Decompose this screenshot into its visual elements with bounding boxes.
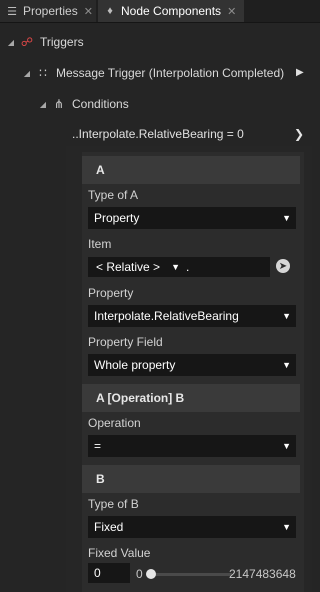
type-of-a-value: Property — [94, 211, 140, 225]
close-icon[interactable]: ✕ — [227, 5, 236, 18]
slider-max-label: 2147483648 — [229, 567, 296, 581]
type-of-b-label: Type of B — [88, 497, 139, 511]
chevron-down-icon[interactable]: ❯ — [294, 127, 304, 141]
tree-item-message-trigger-label: Message Trigger (Interpolation Completed… — [56, 66, 285, 80]
message-trigger-icon: ∷ — [39, 66, 47, 80]
operation-value: = — [94, 439, 102, 453]
type-of-b-select[interactable]: Fixed ▼ — [88, 516, 296, 538]
fixed-value-number: 0 — [94, 566, 101, 580]
dropdown-caret-icon: ▼ — [282, 522, 291, 532]
item-path-value: . — [186, 260, 190, 274]
section-a-title: A — [96, 163, 105, 177]
scroll-right-icon[interactable]: ▶ — [296, 67, 304, 78]
components-icon: ♦ — [107, 5, 113, 17]
item-row: < Relative > ▼ . ➤ — [88, 257, 298, 279]
property-label: Property — [88, 286, 134, 300]
type-of-b-value: Fixed — [94, 520, 124, 534]
fixed-value-input[interactable]: 0 — [88, 563, 130, 583]
item-select[interactable]: < Relative > ▼ — [88, 257, 184, 277]
pick-item-icon[interactable]: ➤ — [276, 259, 290, 273]
tree-item-conditions-label: Conditions — [72, 97, 129, 111]
tree-item-triggers[interactable]: ◢ ☍ Triggers — [6, 33, 84, 51]
slider-thumb[interactable] — [146, 569, 156, 579]
expand-arrow-icon[interactable]: ◢ — [38, 100, 48, 109]
item-label: Item — [88, 237, 112, 251]
property-field-label: Property Field — [88, 335, 163, 349]
tree-item-conditions[interactable]: ◢ ⋔ Conditions — [38, 95, 129, 113]
tab-node-components[interactable]: ♦ Node Components ✕ — [98, 0, 244, 22]
tree-item-message-trigger[interactable]: ◢ ∷ Message Trigger (Interpolation Compl… — [22, 64, 284, 82]
section-operation-title: A [Operation] B — [96, 391, 185, 405]
property-select[interactable]: Interpolate.RelativeBearing ▼ — [88, 305, 296, 327]
property-value: Interpolate.RelativeBearing — [94, 309, 239, 323]
dropdown-caret-icon: ▼ — [282, 441, 291, 451]
section-a-header: A — [82, 156, 300, 184]
dropdown-caret-icon: ▼ — [282, 360, 291, 370]
type-of-a-label: Type of A — [88, 188, 139, 202]
dropdown-caret-icon: ▼ — [282, 311, 291, 321]
condition-summary: ..Interpolate.RelativeBearing = 0 — [72, 127, 244, 141]
section-operation-header: A [Operation] B — [82, 384, 300, 412]
property-field-select[interactable]: Whole property ▼ — [88, 354, 296, 376]
expand-arrow-icon[interactable]: ◢ — [22, 69, 32, 78]
condition-header[interactable]: ..Interpolate.RelativeBearing = 0 ❯ — [66, 122, 312, 146]
item-value: < Relative > — [96, 260, 161, 274]
dropdown-caret-icon: ▼ — [282, 213, 291, 223]
list-icon: ☰ — [7, 5, 17, 18]
tree-item-triggers-label: Triggers — [40, 35, 84, 49]
property-field-value: Whole property — [94, 358, 176, 372]
tab-properties[interactable]: ☰ Properties ✕ — [0, 0, 96, 22]
dropdown-caret-icon: ▼ — [171, 262, 180, 272]
fixed-value-label: Fixed Value — [88, 546, 151, 560]
operation-select[interactable]: = ▼ — [88, 435, 296, 457]
section-b-header: B — [82, 465, 300, 493]
item-path-input[interactable]: . — [184, 257, 270, 277]
expand-arrow-icon[interactable]: ◢ — [6, 38, 16, 47]
operation-label: Operation — [88, 416, 141, 430]
section-b-title: B — [96, 472, 105, 486]
tab-bar: ☰ Properties ✕ ♦ Node Components ✕ — [0, 0, 320, 23]
slider-track[interactable] — [148, 573, 232, 576]
trigger-icon: ☍ — [20, 35, 34, 49]
tab-node-components-label: Node Components — [121, 4, 222, 18]
tab-properties-label: Properties — [23, 4, 78, 18]
fixed-value-row: 0 0 2147483648 — [88, 563, 300, 585]
close-icon[interactable]: ✕ — [84, 5, 93, 18]
slider-min-label: 0 — [136, 567, 143, 581]
type-of-a-select[interactable]: Property ▼ — [88, 207, 296, 229]
conditions-icon: ⋔ — [53, 97, 65, 111]
